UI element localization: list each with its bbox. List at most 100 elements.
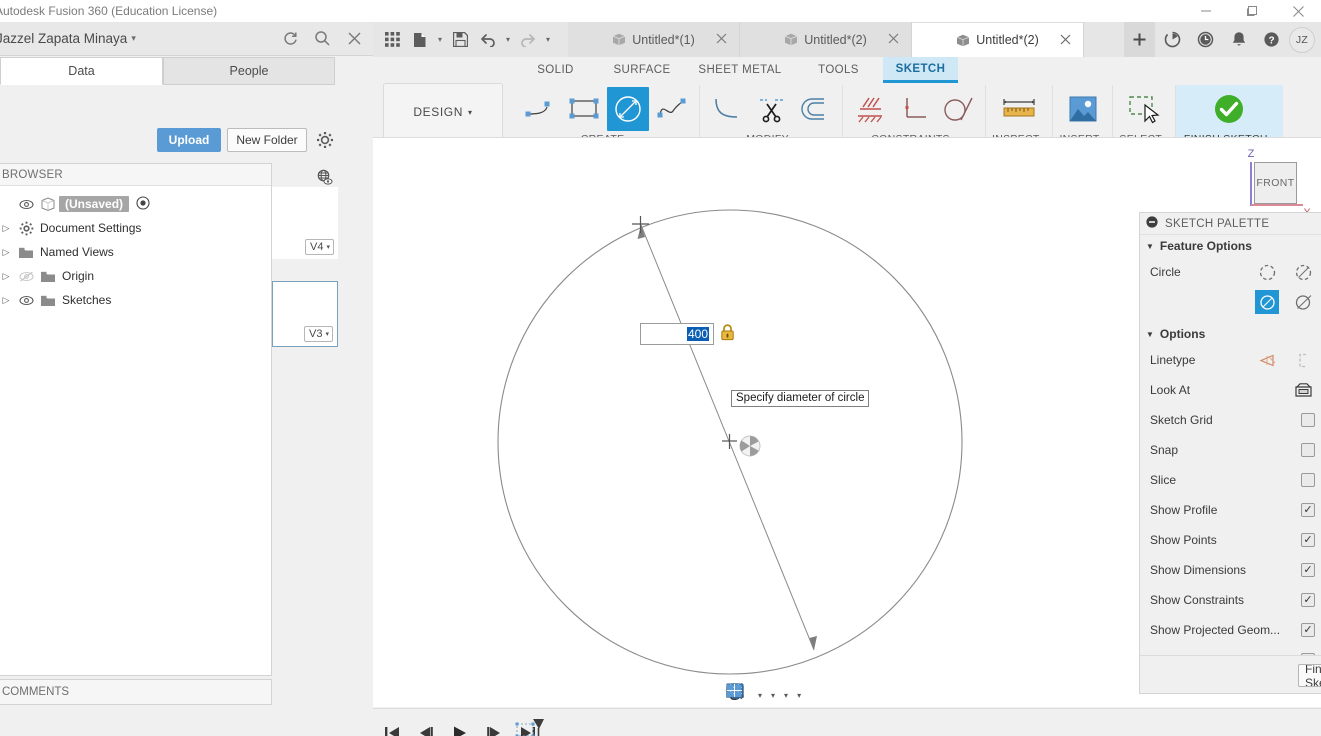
gear-icon[interactable] — [316, 131, 334, 149]
sketch-grid-checkbox[interactable] — [1301, 413, 1315, 427]
zoom-window-icon[interactable] — [726, 683, 757, 707]
display-settings-icon[interactable] — [726, 683, 770, 707]
tab-data[interactable]: Data — [0, 57, 163, 85]
palette-row-show-points[interactable]: Show Points — [1140, 525, 1321, 555]
dimension-input[interactable]: 400 — [640, 323, 714, 345]
snap-checkbox[interactable] — [1301, 443, 1315, 457]
step-back-icon[interactable] — [415, 721, 437, 736]
undo-icon[interactable] — [475, 25, 501, 55]
visibility-eye-off-icon[interactable] — [15, 271, 37, 282]
ribbon-tab-solid[interactable]: SOLID — [513, 57, 598, 83]
tab-people[interactable]: People — [163, 57, 335, 85]
collapse-icon[interactable] — [1146, 216, 1158, 231]
maximize-icon[interactable] — [1229, 0, 1275, 22]
workspace-switcher[interactable]: DESIGN ▾ — [383, 83, 503, 141]
close-data-panel-icon[interactable] — [343, 27, 365, 49]
version-tag[interactable]: V3 ▾ — [304, 326, 333, 342]
tree-item-origin[interactable]: ▷ Origin — [0, 264, 271, 288]
palette-row-show-constraints[interactable]: Show Constraints — [1140, 585, 1321, 615]
comments-panel-title[interactable]: COMMENTS — [0, 679, 272, 705]
chevron-down-icon[interactable]: ▾ — [435, 35, 445, 44]
select-window-icon[interactable] — [1123, 87, 1165, 131]
circle-3-point-icon[interactable] — [1255, 290, 1279, 314]
chevron-down-icon[interactable]: ▾ — [543, 35, 553, 44]
tree-item-unsaved[interactable]: (Unsaved) — [0, 192, 271, 216]
chevron-down-icon[interactable]: ▾ — [758, 691, 765, 700]
trim-scissors-icon[interactable] — [750, 87, 792, 131]
finish-sketch-check-icon[interactable] — [1208, 87, 1250, 131]
minimize-icon[interactable] — [1183, 0, 1229, 22]
notifications-bell-icon[interactable] — [1223, 22, 1254, 57]
chevron-down-icon[interactable]: ▾ — [797, 691, 804, 700]
chevron-right-icon[interactable]: ▷ — [0, 223, 15, 234]
file-card[interactable]: V4 ▾ — [272, 187, 338, 259]
avatar[interactable]: JZ — [1289, 26, 1315, 53]
look-at-icon[interactable] — [1291, 378, 1315, 402]
grid-snaps-icon[interactable] — [726, 683, 783, 707]
new-folder-button[interactable]: New Folder — [227, 128, 307, 152]
sketch-timeline-marker-icon[interactable] — [515, 717, 545, 736]
palette-row-show-dimensions[interactable]: Show Dimensions — [1140, 555, 1321, 585]
app-grid-icon[interactable] — [379, 25, 405, 55]
version-tag[interactable]: V4 ▾ — [305, 239, 334, 255]
sketch-line-icon[interactable] — [519, 87, 561, 131]
palette-row-slice[interactable]: Slice — [1140, 465, 1321, 495]
ribbon-tab-tools[interactable]: TOOLS — [794, 57, 883, 83]
doc-tab-untitled-2-active[interactable]: Untitled*(2) — [912, 22, 1084, 57]
measure-ruler-icon[interactable] — [998, 87, 1040, 131]
ribbon-tab-sketch[interactable]: SKETCH — [883, 57, 958, 83]
help-icon[interactable]: ? — [1256, 22, 1287, 57]
slice-checkbox[interactable] — [1301, 473, 1315, 487]
circle-2-tangent-icon[interactable] — [1291, 290, 1315, 314]
show-constraints-checkbox[interactable] — [1301, 593, 1315, 607]
chevron-down-icon[interactable]: ▾ — [771, 691, 778, 700]
ribbon-tab-sheet-metal[interactable]: SHEET METAL — [686, 57, 794, 83]
centerline-linetype-icon[interactable] — [1291, 348, 1315, 372]
circle-2-point-icon[interactable] — [1291, 260, 1315, 284]
circle-center-diameter-icon[interactable] — [1255, 260, 1279, 284]
tree-item-document-settings[interactable]: ▷ Document Settings — [0, 216, 271, 240]
offset-icon[interactable] — [794, 87, 836, 131]
close-icon[interactable] — [1060, 34, 1071, 48]
play-icon[interactable] — [449, 721, 471, 736]
chevron-right-icon[interactable]: ▷ — [0, 247, 15, 258]
tree-item-sketches[interactable]: ▷ Sketches — [0, 288, 271, 312]
add-tab-icon[interactable] — [1124, 22, 1155, 57]
chevron-down-icon[interactable]: ▾ — [503, 35, 513, 44]
file-card[interactable]: V3 ▾ — [272, 281, 338, 347]
sketch-spline-icon[interactable] — [651, 87, 693, 131]
close-icon[interactable] — [888, 33, 899, 47]
sketch-rectangle-icon[interactable] — [563, 87, 605, 131]
visibility-eye-icon[interactable] — [15, 199, 37, 210]
section-feature-options[interactable]: ▼ Feature Options — [1140, 235, 1321, 257]
finish-sketch-button[interactable]: Finish Sketch — [1298, 664, 1321, 687]
upload-button[interactable]: Upload — [157, 128, 221, 152]
job-status-icon[interactable] — [1157, 22, 1188, 57]
viewports-icon[interactable] — [727, 683, 796, 707]
palette-row-sketch-grid[interactable]: Sketch Grid — [1140, 405, 1321, 435]
sketch-circle-icon[interactable] — [607, 87, 649, 131]
chevron-right-icon[interactable]: ▷ — [0, 295, 15, 306]
construction-linetype-icon[interactable] — [1255, 348, 1279, 372]
show-dimensions-checkbox[interactable] — [1301, 563, 1315, 577]
doc-tab-untitled-2[interactable]: Untitled*(2) — [740, 22, 912, 57]
chevron-right-icon[interactable]: ▷ — [0, 271, 15, 282]
palette-row-show-projected-geometry[interactable]: Show Projected Geom... — [1140, 615, 1321, 645]
view-cube[interactable]: Z X FRONT — [1229, 146, 1313, 222]
palette-row-show-profile[interactable]: Show Profile — [1140, 495, 1321, 525]
zoom-icon[interactable]: ± — [726, 682, 752, 707]
show-profile-checkbox[interactable] — [1301, 503, 1315, 517]
insert-image-icon[interactable] — [1062, 87, 1104, 131]
step-forward-icon[interactable] — [483, 721, 505, 736]
fix-constraint-icon[interactable] — [849, 87, 891, 131]
refresh-icon[interactable] — [279, 27, 301, 49]
doc-tab-untitled-1[interactable]: Untitled*(1) — [568, 22, 740, 57]
show-points-checkbox[interactable] — [1301, 533, 1315, 547]
close-icon[interactable] — [1275, 0, 1321, 22]
fillet-icon[interactable] — [706, 87, 748, 131]
save-icon[interactable] — [447, 25, 473, 55]
section-options[interactable]: ▼ Options — [1140, 323, 1321, 345]
palette-row-snap[interactable]: Snap — [1140, 435, 1321, 465]
recent-clock-icon[interactable] — [1190, 22, 1221, 57]
visibility-eye-icon[interactable] — [15, 295, 37, 306]
